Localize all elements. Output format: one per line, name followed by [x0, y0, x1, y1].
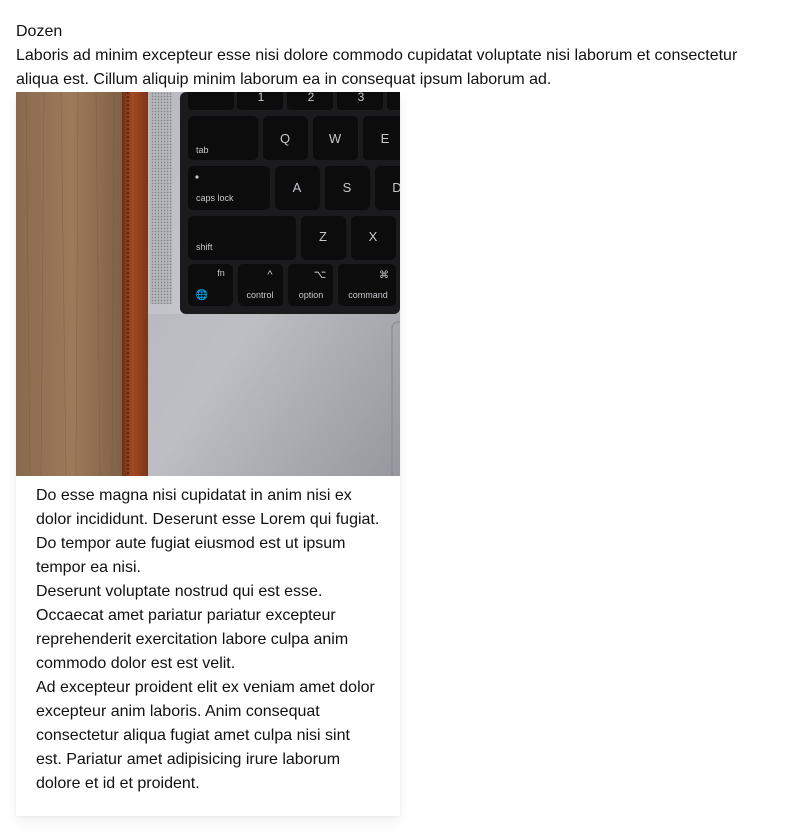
card-paragraph: Ad excepteur proident elit ex veniam ame…: [36, 679, 375, 792]
key-label-tab: tab: [196, 145, 209, 155]
globe-icon: 🌐: [196, 288, 208, 301]
key-label-x: X: [369, 229, 378, 244]
key-label-a: A: [293, 180, 302, 195]
intro-paragraph: Laboris ad minim excepteur esse nisi dol…: [16, 47, 738, 88]
laptop-photo: 1 2 3 tab Q W E caps lock A S D shift Z …: [16, 92, 400, 476]
key-label-z: Z: [319, 229, 327, 244]
key-label-q: Q: [280, 131, 290, 146]
key-label-s: S: [343, 180, 352, 195]
content-card: 1 2 3 tab Q W E caps lock A S D shift Z …: [16, 92, 400, 816]
control-symbol-icon: ^: [267, 269, 273, 281]
key-label-e: E: [381, 131, 390, 146]
key-label-command: command: [348, 290, 388, 300]
key-label-fn: fn: [217, 268, 225, 278]
page-content: Dozen Laboris ad minim excepteur esse ni…: [16, 20, 784, 816]
card-paragraph: Deserunt voluptate nostrud qui est esse.…: [36, 583, 349, 672]
command-symbol-icon: ⌘: [379, 270, 389, 281]
key-label-shift: shift: [196, 242, 213, 252]
option-symbol-icon: ⌥: [314, 269, 327, 281]
key-label-3: 3: [358, 92, 365, 104]
card-body: Do esse magna nisi cupidatat in anim nis…: [16, 476, 400, 816]
card-paragraph: Do esse magna nisi cupidatat in anim nis…: [36, 487, 380, 576]
key-label-control: control: [246, 290, 273, 300]
page-heading: Dozen: [16, 23, 63, 40]
key-label-w: W: [329, 131, 342, 146]
key-label-option: option: [299, 290, 324, 300]
key-label-caps-lock: caps lock: [196, 193, 234, 203]
key-label-2: 2: [308, 92, 315, 104]
key-label-1: 1: [258, 92, 265, 104]
key-label-d: D: [392, 180, 400, 195]
